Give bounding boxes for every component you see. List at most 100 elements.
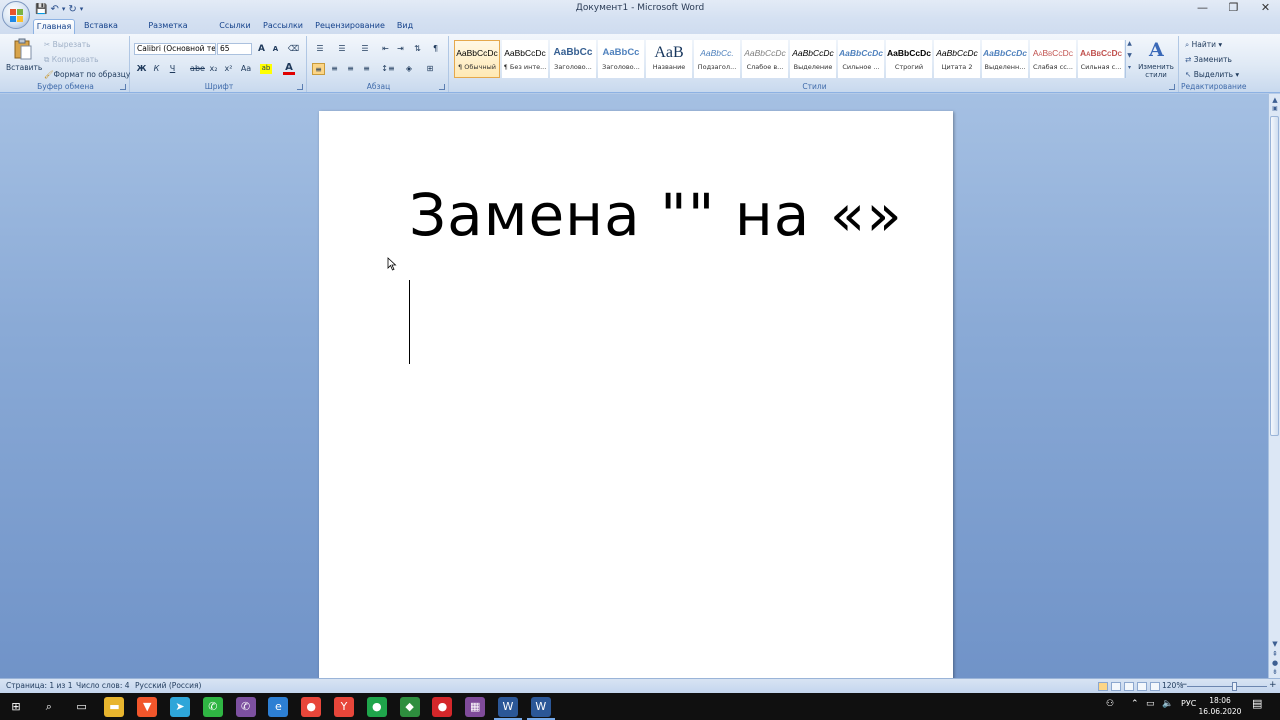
taskbar-green-app-icon[interactable]: ●	[366, 697, 387, 717]
volume-icon[interactable]: 🔈	[1162, 699, 1173, 709]
style-item[interactable]: AaBbCcDc Слабая сс...	[1030, 40, 1076, 78]
taskbar-word-file-icon[interactable]: W	[498, 697, 518, 717]
vertical-scrollbar[interactable]: ▲ ▣ ▼ ⇞ ● ⇟	[1268, 94, 1280, 678]
font-name-field[interactable]: Calibri (Основной текст)	[134, 43, 216, 55]
tab-insert[interactable]: Вставка	[80, 19, 122, 34]
align-right-icon[interactable]: ≡	[344, 63, 357, 75]
align-center-icon[interactable]: ≡	[328, 63, 341, 75]
minimize-button[interactable]: —	[1186, 0, 1219, 18]
find-button[interactable]: ⌕ Найти ▾	[1185, 39, 1222, 51]
superscript-button[interactable]: x²	[222, 63, 235, 75]
full-screen-view-icon[interactable]	[1111, 682, 1121, 691]
style-item[interactable]: AaBbCc Заголово...	[550, 40, 596, 78]
taskbar-search-icon[interactable]: ⌕	[38, 697, 59, 717]
previous-page-icon[interactable]: ⇞	[1270, 650, 1280, 659]
font-color-icon[interactable]: A	[283, 62, 295, 75]
page-count[interactable]: Страница: 1 из 1	[6, 681, 73, 690]
tab-references[interactable]: Ссылки	[215, 19, 255, 34]
style-item[interactable]: AaBbCcDc Сильное ...	[838, 40, 884, 78]
font-size-field[interactable]: 65	[217, 43, 252, 55]
increase-indent-icon[interactable]: ⇥	[394, 43, 407, 55]
taskbar-winrar-icon[interactable]: ▦	[465, 697, 486, 717]
paste-button[interactable]: Вставить	[6, 38, 42, 80]
document-heading[interactable]: Замена "" на «»	[409, 181, 903, 249]
line-spacing-icon[interactable]: ↕≡	[379, 63, 397, 75]
bold-button[interactable]: Ж	[135, 63, 148, 75]
clipboard-launcher-icon[interactable]	[120, 84, 126, 90]
notifications-icon[interactable]: ▤	[1252, 697, 1262, 710]
font-launcher-icon[interactable]	[297, 84, 303, 90]
change-case-button[interactable]: Aa	[238, 63, 254, 75]
style-item[interactable]: AaBbCcDc Выделенн...	[982, 40, 1028, 78]
taskbar-yandex-icon[interactable]: Y	[334, 697, 354, 717]
taskbar-edge-icon[interactable]: e	[268, 697, 289, 717]
replace-button[interactable]: ⇄ Заменить	[1185, 54, 1232, 66]
paragraph-launcher-icon[interactable]	[439, 84, 445, 90]
show-marks-button[interactable]: ¶	[429, 43, 442, 55]
shading-icon[interactable]: ◈	[401, 63, 417, 75]
decrease-indent-icon[interactable]: ⇤	[379, 43, 392, 55]
ruler-toggle-icon[interactable]: ▣	[1270, 104, 1280, 113]
multilevel-list-icon[interactable]: ☰	[356, 43, 374, 55]
taskbar-telegram-icon[interactable]: ➤	[170, 697, 190, 717]
draft-view-icon[interactable]	[1150, 682, 1160, 691]
borders-icon[interactable]: ⊞	[422, 63, 438, 75]
taskbar-whatsapp-icon[interactable]: ✆	[202, 697, 223, 717]
shrink-font-button[interactable]: A	[269, 43, 282, 55]
language-indicator[interactable]: Русский (Россия)	[135, 681, 201, 690]
scroll-down-icon[interactable]: ▼	[1270, 640, 1280, 649]
style-item[interactable]: AaBbCcDc Слабое в...	[742, 40, 788, 78]
bullets-icon[interactable]: ☰	[311, 43, 329, 55]
style-item[interactable]: AaBbCcDc ¶ Обычный	[454, 40, 500, 78]
select-button[interactable]: ↖ Выделить ▾	[1185, 69, 1239, 81]
taskbar-viber-icon[interactable]: ✆	[235, 697, 256, 717]
web-layout-view-icon[interactable]	[1124, 682, 1134, 691]
zoom-slider[interactable]	[1187, 686, 1267, 687]
italic-button[interactable]: К	[150, 63, 163, 75]
network-icon[interactable]: ▭	[1146, 699, 1155, 709]
style-item[interactable]: AaBbCcDc ¶ Без инте...	[502, 40, 548, 78]
format-painter-button[interactable]: 🖌Формат по образцу	[44, 69, 130, 81]
gallery-more-icon[interactable]: ▾	[1126, 64, 1133, 71]
align-left-icon[interactable]: ≡	[312, 63, 325, 75]
next-page-icon[interactable]: ⇟	[1270, 668, 1280, 677]
style-item[interactable]: AaB Название	[646, 40, 692, 78]
taskbar-word-icon[interactable]: W	[530, 697, 551, 717]
scroll-thumb[interactable]	[1270, 116, 1279, 436]
zoom-in-icon[interactable]: +	[1269, 680, 1277, 690]
tab-page-layout[interactable]: Разметка страницы	[127, 19, 209, 44]
zoom-slider-thumb[interactable]	[1232, 682, 1237, 691]
clock[interactable]: 18:06 16.06.2020	[1198, 695, 1242, 717]
grow-font-button[interactable]: A	[255, 43, 268, 55]
underline-button[interactable]: Ч	[166, 63, 179, 75]
style-item[interactable]: AaBbCcDc Сильная с...	[1078, 40, 1124, 78]
outline-view-icon[interactable]	[1137, 682, 1147, 691]
people-icon[interactable]: ⚇	[1106, 699, 1114, 709]
document-page[interactable]: Замена "" на «»	[319, 111, 953, 678]
cut-button[interactable]: ✂ Вырезать	[44, 39, 91, 51]
tab-view[interactable]: Вид	[393, 19, 417, 34]
style-item[interactable]: AaBbCc Заголово...	[598, 40, 644, 78]
taskbar-brave-icon[interactable]: ▼	[137, 697, 158, 717]
copy-button[interactable]: ⧉ Копировать	[44, 54, 99, 66]
taskbar-explorer-icon[interactable]: ▬	[104, 697, 125, 717]
style-item[interactable]: AaBbCcDc Выделение	[790, 40, 836, 78]
style-item[interactable]: AaBbCcDc Строгий	[886, 40, 932, 78]
numbering-icon[interactable]: ☰	[333, 43, 351, 55]
style-item[interactable]: AaBbCcDc Цитата 2	[934, 40, 980, 78]
input-language[interactable]: РУС	[1181, 699, 1196, 708]
taskbar-chrome-icon[interactable]: ●	[301, 697, 322, 717]
sort-icon[interactable]: ⇅	[411, 43, 424, 55]
tab-home[interactable]: Главная	[33, 19, 75, 34]
highlight-icon[interactable]: ab	[260, 64, 272, 74]
tray-overflow-icon[interactable]: ⌃	[1131, 699, 1139, 709]
taskbar-photo-app-icon[interactable]: ◆	[399, 697, 420, 717]
clear-format-icon[interactable]: ⌫	[287, 43, 300, 55]
styles-gallery-scroll[interactable]: ▲ ▼ ▾	[1125, 40, 1133, 78]
print-layout-view-icon[interactable]	[1098, 682, 1108, 691]
strikethrough-button[interactable]: abe	[189, 63, 206, 75]
styles-launcher-icon[interactable]	[1169, 84, 1175, 90]
justify-icon[interactable]: ≡	[360, 63, 373, 75]
taskbar-recorder-icon[interactable]: ●	[432, 697, 453, 717]
tab-mailings[interactable]: Рассылки	[260, 19, 306, 34]
